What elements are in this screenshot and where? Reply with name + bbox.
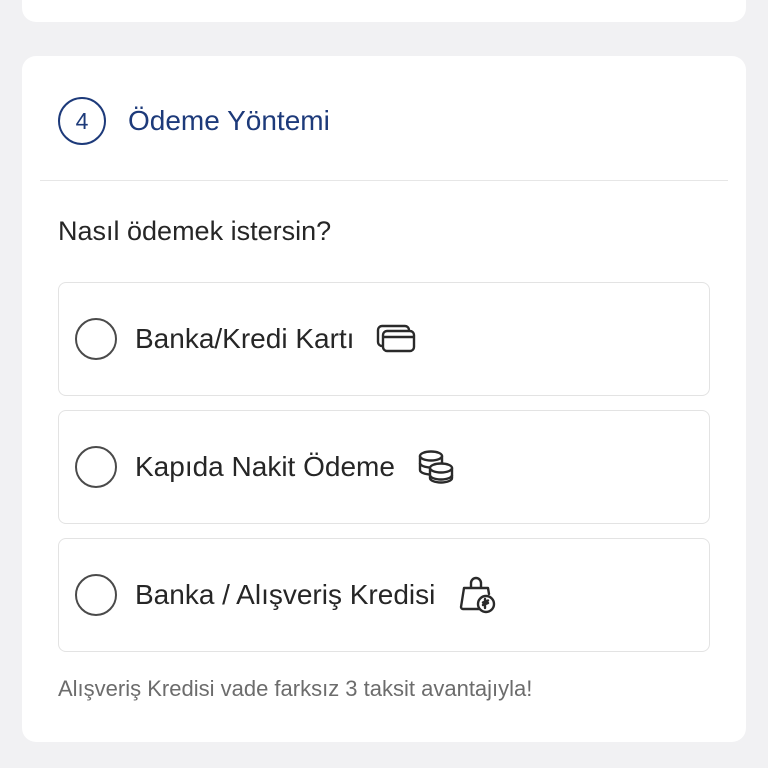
divider (40, 180, 728, 181)
credit-card-icon (376, 324, 416, 354)
option-shopping-credit[interactable]: Banka / Alışveriş Kredisi (58, 538, 710, 652)
radio-button[interactable] (75, 574, 117, 616)
previous-section-card (22, 0, 746, 22)
radio-button[interactable] (75, 446, 117, 488)
shopping-bag-lira-icon (457, 575, 497, 615)
option-label: Banka / Alışveriş Kredisi (135, 579, 436, 610)
option-credit-card[interactable]: Banka/Kredi Kartı (58, 282, 710, 396)
option-label: Kapıda Nakit Ödeme (135, 451, 395, 482)
payment-question: Nasıl ödemek istersin? (58, 216, 332, 246)
step-number-badge: 4 (58, 97, 106, 145)
radio-button[interactable] (75, 318, 117, 360)
option-label: Banka/Kredi Kartı (135, 323, 355, 354)
step-title: Ödeme Yöntemi (128, 105, 330, 136)
coins-icon (417, 449, 455, 485)
credit-promo-note: Alışveriş Kredisi vade farksız 3 taksit … (58, 676, 533, 701)
payment-method-card: 4 Ödeme Yöntemi Nasıl ödemek istersin? B… (22, 56, 746, 742)
step-header: 4 Ödeme Yöntemi (58, 94, 330, 148)
option-cash-on-delivery[interactable]: Kapıda Nakit Ödeme (58, 410, 710, 524)
